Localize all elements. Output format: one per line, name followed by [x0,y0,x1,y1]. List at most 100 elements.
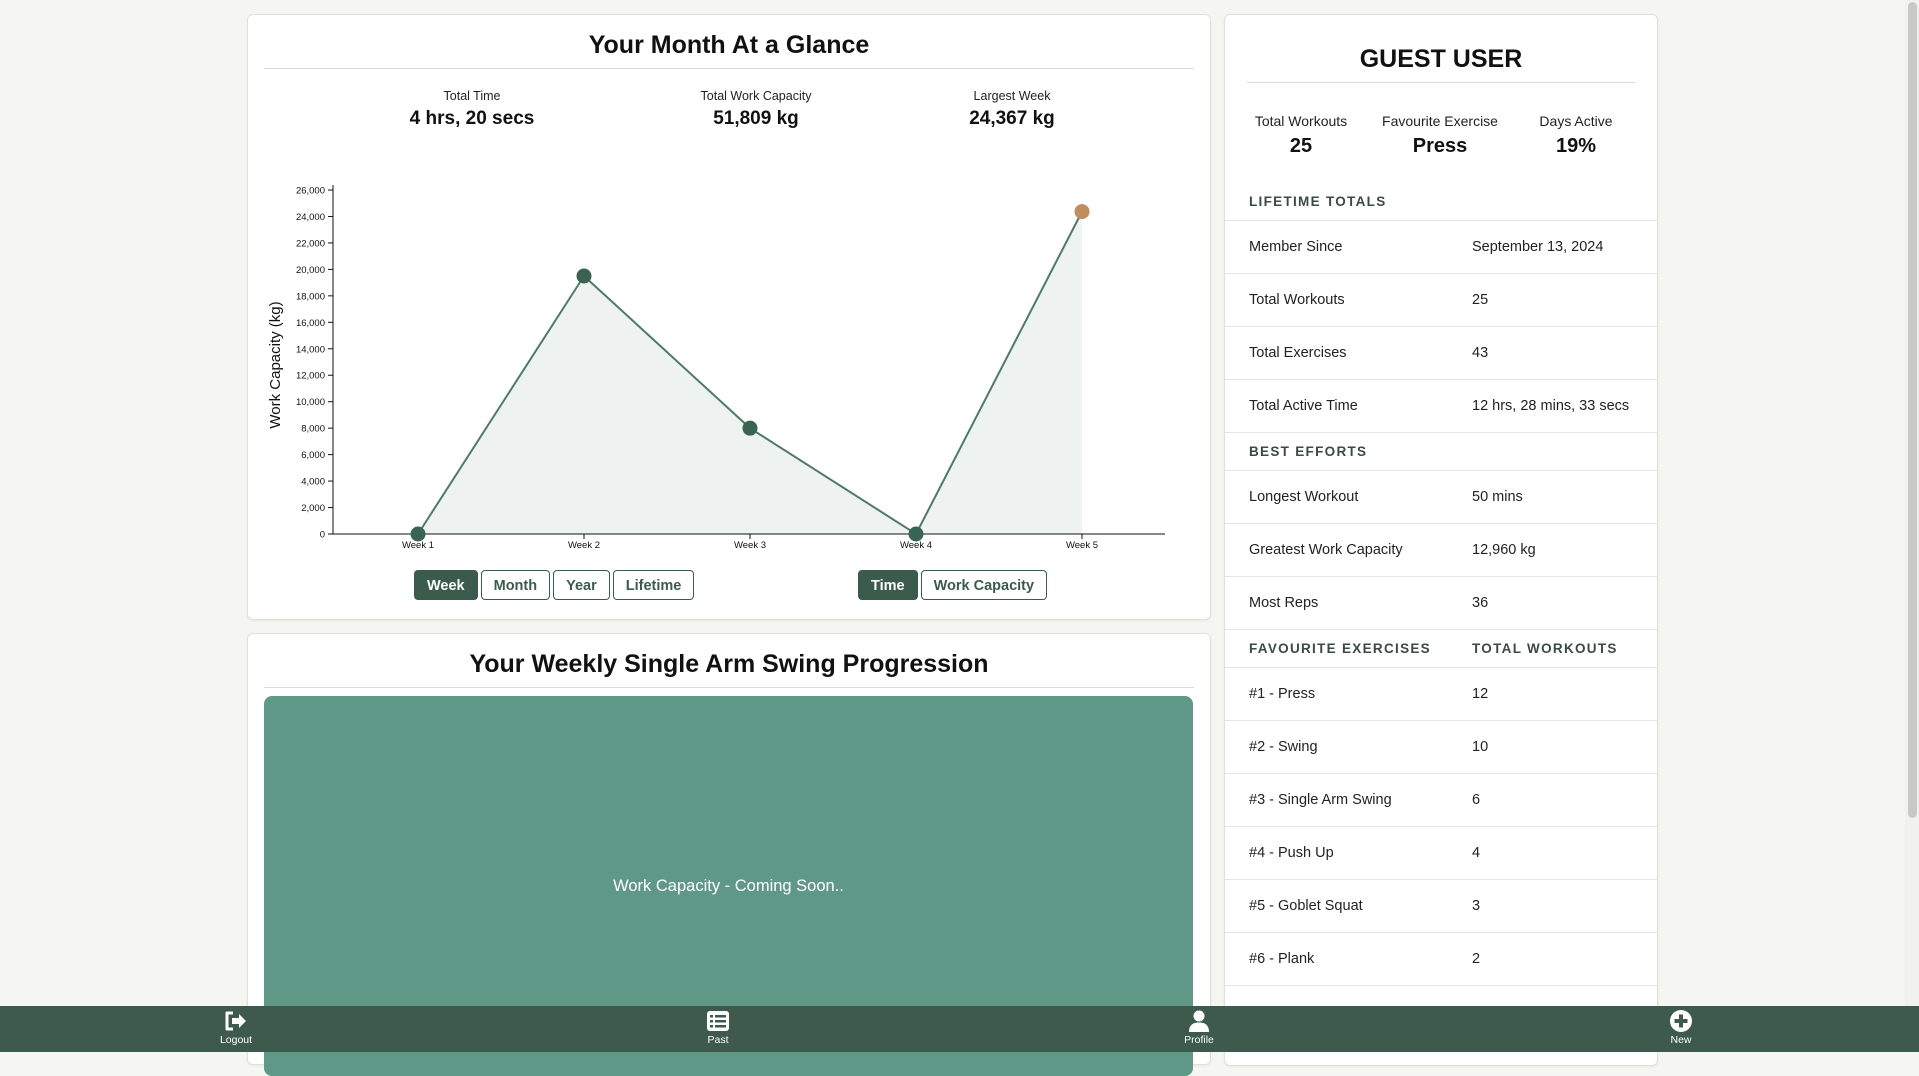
nav-new[interactable]: New [1651,1010,1711,1046]
row-value: 25 [1472,292,1489,308]
row-value: 2 [1472,951,1481,967]
row-label: Greatest Work Capacity [1249,542,1403,558]
nav-profile[interactable]: Profile [1169,1010,1229,1046]
row-label: Total Workouts [1249,292,1345,308]
row-value: 6 [1472,792,1481,808]
row-label: #4 - Push Up [1249,845,1334,861]
y-tick-label: 20,000 [296,265,325,276]
favourite-exercises-heading: FAVOURITE EXERCISES TOTAL WORKOUTS [1225,630,1657,668]
range-button-lifetime[interactable]: Lifetime [612,570,695,600]
row-value: 12 hrs, 28 mins, 33 secs [1472,398,1630,414]
profile-stats: Total Workouts 25 Favourite Exercise Pre… [1225,83,1657,183]
y-tick-label: 10,000 [296,397,325,408]
row-value: 36 [1472,595,1489,611]
row-value: 12 [1472,686,1489,702]
y-tick-label: 26,000 [296,186,325,197]
plus-circle-icon [1670,1010,1692,1032]
scrollbar-thumb[interactable] [1908,2,1917,818]
row-value: 3 [1472,898,1481,914]
y-tick-label: 6,000 [301,450,325,461]
nav-label: Profile [1184,1034,1214,1046]
stat-value: 51,809 kg [713,108,799,129]
row-label: #3 - Single Arm Swing [1249,792,1392,808]
y-tick-label: 4,000 [301,477,325,488]
month-stats: Total Time 4 hrs, 20 secs Total Work Cap… [248,89,1210,149]
profile-title: GUEST USER [1247,29,1635,83]
list-item-favourite: #4 - Push Up 4 [1225,827,1657,880]
data-point [410,526,426,542]
nav-label: New [1670,1034,1692,1046]
profile-stat-label: Total Workouts [1254,113,1348,129]
month-title: Your Month At a Glance [264,31,1194,69]
progression-title: Your Weekly Single Arm Swing Progression [264,650,1194,688]
row-label: #2 - Swing [1249,739,1318,755]
row-value: September 13, 2024 [1472,239,1604,255]
row-label: #6 - Plank [1249,951,1315,967]
stat-total-time: Total Time 4 hrs, 20 secs [362,89,582,130]
logout-icon [225,1011,246,1031]
list-item-favourite: #6 - Plank 2 [1225,933,1657,986]
lifetime-totals-heading: LIFETIME TOTALS [1225,183,1657,221]
row-value: 50 mins [1472,489,1523,505]
bottom-nav: Logout Past Profile New [0,1006,1919,1052]
work-capacity-chart: 0 2,000 4,000 6,000 8,000 10,000 12,000 14,000 1… [267,185,1165,551]
profile-stat-favourite-exercise: Favourite Exercise Press [1370,113,1510,158]
person-icon [1189,1010,1209,1032]
nav-past[interactable]: Past [688,1010,748,1046]
data-point [576,268,592,284]
metric-button-work-capacity[interactable]: Work Capacity [920,570,1048,600]
list-item-favourite: #5 - Goblet Squat 3 [1225,880,1657,933]
row-value: 43 [1472,345,1489,361]
stat-value: 4 hrs, 20 secs [409,108,535,129]
x-tick-label: Week 1 [402,540,434,551]
row-label: Total Exercises [1249,345,1347,361]
row-longest-workout: Longest Workout 50 mins [1225,471,1657,524]
x-tick-label: Week 2 [568,540,600,551]
profile-stat-value: 25 [1289,135,1313,157]
data-point [908,526,924,542]
list-item-favourite: #1 - Press 12 [1225,668,1657,721]
stat-largest-week: Largest Week 24,367 kg [902,89,1122,130]
y-tick-label: 24,000 [296,212,325,223]
metric-button-group: Time Work Capacity [858,570,1048,600]
list-item-favourite: #3 - Single Arm Swing 6 [1225,774,1657,827]
data-point [742,420,758,436]
list-item-favourite: #2 - Swing 10 [1225,721,1657,774]
row-total-exercises: Total Exercises 43 [1225,327,1657,380]
stat-label: Largest Week [973,89,1051,103]
y-tick-label: 0 [320,530,325,541]
chart-layer: 0 2,000 4,000 6,000 8,000 10,000 12,000 14,000 1… [267,185,1165,551]
profile-stat-total-workouts: Total Workouts 25 [1231,113,1371,158]
row-member-since: Member Since September 13, 2024 [1225,221,1657,274]
nav-label: Past [707,1034,729,1046]
range-button-month[interactable]: Month [480,570,551,600]
metric-button-time[interactable]: Time [858,570,918,600]
row-value: 12,960 kg [1472,542,1536,558]
data-point [1074,204,1090,220]
x-tick-label: Week 4 [900,540,932,551]
list-icon [707,1011,729,1031]
row-label: Longest Workout [1249,489,1359,505]
y-tick-label: 8,000 [301,424,325,435]
range-button-year[interactable]: Year [553,570,610,600]
y-tick-label: 16,000 [296,318,325,329]
x-tick-label: Week 5 [1066,540,1098,551]
month-overview-card: Your Month At a Glance Total Time 4 hrs,… [247,14,1211,620]
stat-total-work-capacity: Total Work Capacity 51,809 kg [646,89,866,130]
profile-card: GUEST USER Total Workouts 25 Favourite E… [1224,14,1658,1066]
row-label: Member Since [1249,239,1343,255]
y-tick-label: 2,000 [301,503,325,514]
nav-logout[interactable]: Logout [206,1010,266,1046]
row-label: Total Active Time [1249,398,1358,414]
favourite-exercises-heading-label: FAVOURITE EXERCISES [1249,641,1431,656]
nav-label: Logout [219,1034,253,1046]
range-button-week[interactable]: Week [414,570,478,600]
y-axis-title: Work Capacity (kg) [267,301,284,428]
y-tick-label: 12,000 [296,371,325,382]
total-workouts-heading-label: TOTAL WORKOUTS [1472,641,1618,656]
row-label: #5 - Goblet Squat [1249,898,1363,914]
profile-stat-days-active: Days Active 19% [1506,113,1646,158]
y-tick-label: 14,000 [296,344,325,355]
row-label: #1 - Press [1249,686,1316,702]
row-greatest-work-capacity: Greatest Work Capacity 12,960 kg [1225,524,1657,577]
